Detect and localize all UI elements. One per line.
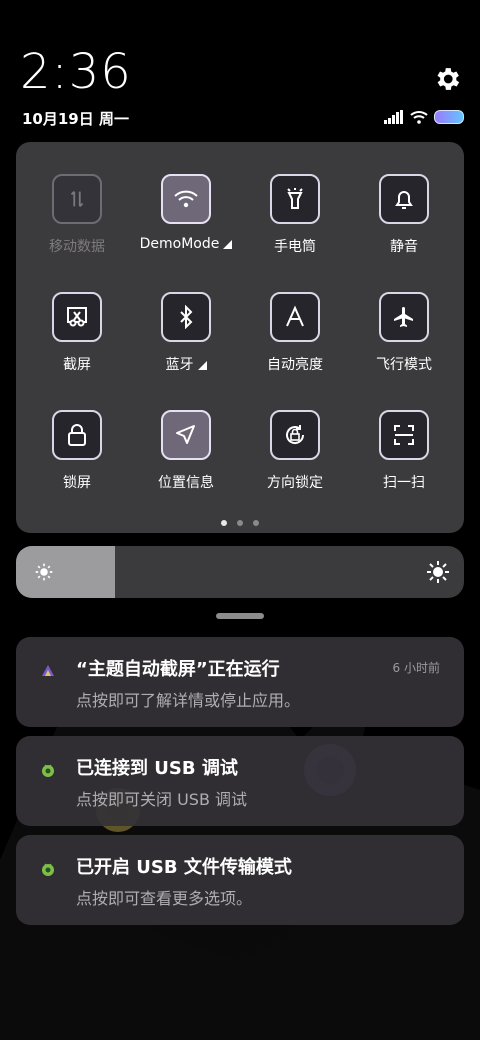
notification-body: 点按即可查看更多选项。 <box>76 889 253 908</box>
gear-icon[interactable] <box>432 64 462 94</box>
tile-button[interactable] <box>161 292 211 342</box>
tile-button[interactable] <box>161 174 211 224</box>
theme-app-icon <box>42 665 54 676</box>
notification-body: 点按即可了解详情或停止应用。 <box>76 691 301 710</box>
tile-label: 扫一扫 <box>383 475 425 491</box>
scan-icon <box>394 425 414 445</box>
tile-label: 自动亮度 <box>267 357 323 373</box>
brightness-level <box>16 546 115 598</box>
wifi-icon <box>410 111 428 124</box>
tile-label: 锁屏 <box>63 475 91 491</box>
tile-label: 飞行模式 <box>376 357 432 373</box>
tile-label: 移动数据 <box>49 239 105 255</box>
notification-title: 已连接到 USB 调试 <box>76 758 238 779</box>
notification-card[interactable]: 已连接到 USB 调试 点按即可关闭 USB 调试 <box>16 736 464 826</box>
android-debug-icon <box>42 863 54 876</box>
tile-lock-screen[interactable]: 锁屏 <box>27 410 127 492</box>
tile-mute[interactable]: 静音 <box>354 174 454 256</box>
tile-button[interactable] <box>270 410 320 460</box>
tile-screenshot[interactable]: 截屏 <box>27 292 127 374</box>
battery-icon <box>434 110 464 124</box>
tile-location[interactable]: 位置信息 <box>136 410 236 492</box>
notification-card[interactable]: 已开启 USB 文件传输模式 点按即可查看更多选项。 <box>16 835 464 925</box>
notification-time: 6 小时前 <box>392 661 440 675</box>
expand-arrow-icon <box>197 360 207 370</box>
bluetooth-icon <box>180 305 193 329</box>
tile-label: 静音 <box>390 239 418 255</box>
android-debug-icon <box>42 764 54 777</box>
auto-brightness-icon <box>286 305 304 327</box>
tile-label: 截屏 <box>63 357 91 373</box>
brightness-slider[interactable] <box>16 546 464 598</box>
tile-demo-mode[interactable]: DemoMode <box>136 174 236 252</box>
tile-button[interactable] <box>52 410 102 460</box>
bell-icon <box>395 191 413 209</box>
tile-rotation-lock[interactable]: 方向锁定 <box>245 410 345 492</box>
tile-button[interactable] <box>52 292 102 342</box>
tile-button[interactable] <box>379 292 429 342</box>
drag-handle[interactable] <box>216 613 264 619</box>
page-dot[interactable] <box>237 520 243 526</box>
flashlight-icon <box>287 188 303 209</box>
tile-button[interactable] <box>52 174 102 224</box>
wifi-icon <box>174 190 198 208</box>
tile-label: DemoMode <box>139 236 220 252</box>
notification-title: “主题自动截屏”正在运行 <box>76 659 280 680</box>
tile-label: 位置信息 <box>158 475 214 491</box>
tile-button[interactable] <box>270 292 320 342</box>
rotation-lock-icon <box>286 425 305 444</box>
lock-icon <box>68 424 86 446</box>
notification-body: 点按即可关闭 USB 调试 <box>76 790 248 809</box>
page-indicator <box>200 520 280 528</box>
expand-arrow-icon <box>223 239 233 249</box>
page-dot[interactable] <box>253 520 259 526</box>
tile-button[interactable] <box>161 410 211 460</box>
quick-settings-panel: 移动数据 DemoMode 手电筒 静音 截屏 蓝牙 自动亮度 飞行模式 锁屏 … <box>16 142 464 533</box>
tile-mobile-data[interactable]: 移动数据 <box>27 174 127 256</box>
tile-airplane-mode[interactable]: 飞行模式 <box>354 292 454 374</box>
brightness-high-icon <box>427 561 449 583</box>
date[interactable]: 10月19日 周一 <box>22 108 129 129</box>
tile-button[interactable] <box>379 174 429 224</box>
mobile-data-icon <box>70 191 84 207</box>
tile-label: 蓝牙 <box>165 357 194 373</box>
tile-label: 方向锁定 <box>267 475 323 491</box>
tile-bluetooth[interactable]: 蓝牙 <box>136 292 236 374</box>
notification-card[interactable]: “主题自动截屏”正在运行 点按即可了解详情或停止应用。 6 小时前 <box>16 637 464 727</box>
airplane-icon <box>394 307 413 327</box>
location-icon <box>176 425 195 444</box>
tile-button[interactable] <box>379 410 429 460</box>
tile-label: 手电筒 <box>274 239 316 255</box>
tile-label-wrap: 蓝牙 <box>136 354 236 374</box>
tile-button[interactable] <box>270 174 320 224</box>
system-icons <box>384 108 464 126</box>
notification-title: 已开启 USB 文件传输模式 <box>76 857 292 878</box>
tile-flashlight[interactable]: 手电筒 <box>245 174 345 256</box>
tile-auto-brightness[interactable]: 自动亮度 <box>245 292 345 374</box>
signal-icon <box>384 110 403 124</box>
page-dot[interactable] <box>221 520 227 526</box>
tile-scan[interactable]: 扫一扫 <box>354 410 454 492</box>
status-bar: 2:36 10月19日 周一 <box>0 0 480 140</box>
tile-label-wrap: DemoMode <box>136 236 236 252</box>
brightness-low-icon <box>35 563 53 581</box>
clock[interactable]: 2:36 <box>20 44 132 100</box>
screenshot-icon <box>67 307 87 327</box>
